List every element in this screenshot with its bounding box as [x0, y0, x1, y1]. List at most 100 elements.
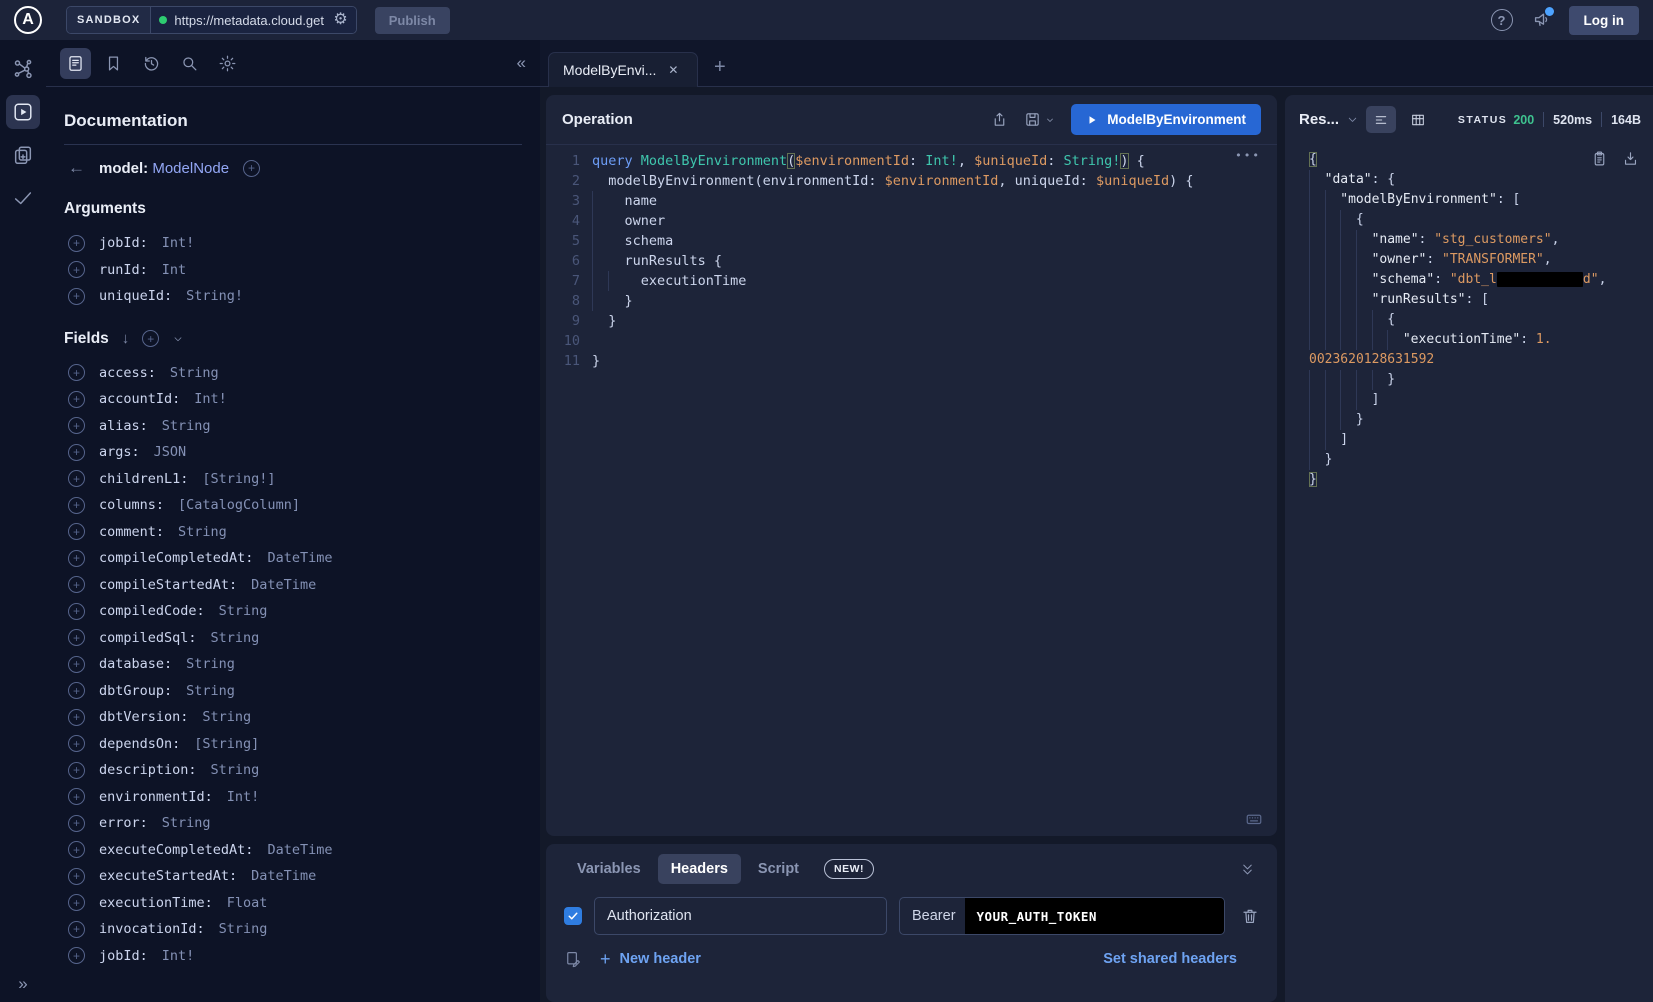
- add-field-icon[interactable]: +: [68, 444, 85, 461]
- field-type[interactable]: String: [211, 762, 260, 778]
- field-type[interactable]: [String]: [194, 736, 259, 752]
- history-icon[interactable]: [136, 48, 167, 79]
- model-type[interactable]: ModelNode: [152, 160, 229, 177]
- add-field-icon[interactable]: +: [68, 921, 85, 938]
- add-field-icon[interactable]: +: [68, 235, 85, 252]
- code-line[interactable]: 7 executionTime: [546, 271, 1277, 291]
- field-type[interactable]: String: [219, 921, 268, 937]
- share-icon[interactable]: [991, 111, 1008, 128]
- header-value-input[interactable]: Bearer YOUR_AUTH_TOKEN: [899, 897, 1225, 935]
- code-line[interactable]: 6 runResults {: [546, 251, 1277, 271]
- code-line[interactable]: 3 name: [546, 191, 1277, 211]
- add-field-icon[interactable]: +: [68, 656, 85, 673]
- doc-field-item[interactable]: +environmentId: Int!: [64, 784, 522, 811]
- collapse-request-panel-icon[interactable]: [1240, 862, 1259, 877]
- doc-field-item[interactable]: +runId: Int: [64, 257, 522, 284]
- add-model-icon[interactable]: +: [243, 160, 260, 177]
- documentation-tab-icon[interactable]: [60, 48, 91, 79]
- endpoint-url-box[interactable]: https://metadata.cloud.get ⚙: [151, 7, 355, 33]
- add-field-icon[interactable]: +: [68, 788, 85, 805]
- editor-menu-ellipsis-icon[interactable]: •••: [1235, 149, 1261, 162]
- field-type[interactable]: Int: [162, 262, 186, 278]
- apollo-logo-icon[interactable]: A: [14, 6, 42, 34]
- code-line[interactable]: 9 }: [546, 311, 1277, 331]
- bookmarks-icon[interactable]: [98, 48, 129, 79]
- field-type[interactable]: Int!: [227, 789, 260, 805]
- response-title[interactable]: Res...: [1299, 111, 1339, 128]
- download-response-icon[interactable]: [1622, 150, 1639, 167]
- doc-field-item[interactable]: +columns: [CatalogColumn]: [64, 492, 522, 519]
- add-field-icon[interactable]: +: [68, 815, 85, 832]
- sort-descending-icon[interactable]: ↓: [122, 330, 130, 347]
- delete-header-icon[interactable]: [1241, 907, 1259, 925]
- field-type[interactable]: JSON: [154, 444, 187, 460]
- header-enabled-checkbox[interactable]: [564, 907, 582, 925]
- code-line[interactable]: 2 modelByEnvironment(environmentId: $env…: [546, 171, 1277, 191]
- field-type[interactable]: DateTime: [267, 550, 332, 566]
- field-type[interactable]: Int!: [162, 948, 195, 964]
- login-button[interactable]: Log in: [1569, 6, 1640, 35]
- code-line[interactable]: 1query ModelByEnvironment($environmentId…: [546, 151, 1277, 171]
- add-field-icon[interactable]: +: [68, 497, 85, 514]
- publish-button[interactable]: Publish: [375, 7, 450, 34]
- doc-field-item[interactable]: +alias: String: [64, 413, 522, 440]
- field-type[interactable]: DateTime: [251, 868, 316, 884]
- add-field-icon[interactable]: +: [68, 682, 85, 699]
- field-type[interactable]: String!: [186, 288, 243, 304]
- code-line[interactable]: 11}: [546, 351, 1277, 371]
- add-field-icon[interactable]: +: [68, 603, 85, 620]
- doc-field-item[interactable]: +uniqueId: String!: [64, 283, 522, 310]
- doc-field-item[interactable]: +executeStartedAt: DateTime: [64, 863, 522, 890]
- set-shared-headers-link[interactable]: Set shared headers: [1103, 951, 1259, 967]
- schema-graph-icon[interactable]: [6, 52, 40, 86]
- field-type[interactable]: String: [162, 815, 211, 831]
- add-all-fields-icon[interactable]: +: [142, 330, 159, 347]
- doc-field-item[interactable]: +invocationId: String: [64, 916, 522, 943]
- add-field-icon[interactable]: +: [68, 417, 85, 434]
- doc-field-item[interactable]: +compileStartedAt: DateTime: [64, 572, 522, 599]
- request-tab-variables[interactable]: Variables: [564, 854, 654, 884]
- add-field-icon[interactable]: +: [68, 261, 85, 278]
- doc-field-item[interactable]: +comment: String: [64, 519, 522, 546]
- add-field-icon[interactable]: +: [68, 709, 85, 726]
- doc-field-item[interactable]: +dbtGroup: String: [64, 678, 522, 705]
- keyboard-shortcuts-icon[interactable]: [1245, 810, 1263, 828]
- close-tab-icon[interactable]: ✕: [668, 63, 678, 77]
- edit-as-code-icon[interactable]: [564, 950, 582, 968]
- doc-field-item[interactable]: +description: String: [64, 757, 522, 784]
- doc-field-item[interactable]: +access: String: [64, 360, 522, 387]
- endpoint-url[interactable]: https://metadata.cloud.get: [174, 13, 326, 28]
- doc-field-item[interactable]: +compiledSql: String: [64, 625, 522, 652]
- field-type[interactable]: Float: [227, 895, 268, 911]
- code-line[interactable]: 5 schema: [546, 231, 1277, 251]
- new-header-button[interactable]: + New header: [600, 950, 701, 968]
- header-name-input[interactable]: [594, 897, 887, 935]
- settings-gear-icon[interactable]: [212, 48, 243, 79]
- field-type[interactable]: String: [202, 709, 251, 725]
- auth-token-value[interactable]: YOUR_AUTH_TOKEN: [965, 898, 1224, 934]
- doc-field-item[interactable]: +args: JSON: [64, 439, 522, 466]
- copy-response-icon[interactable]: [1591, 150, 1608, 167]
- chevron-down-icon[interactable]: [172, 333, 184, 345]
- field-type[interactable]: String: [186, 656, 235, 672]
- doc-field-item[interactable]: +childrenL1: [String!]: [64, 466, 522, 493]
- checks-icon[interactable]: [6, 181, 40, 215]
- response-chevron-down-icon[interactable]: [1346, 113, 1359, 126]
- connection-settings-gear-icon[interactable]: ⚙: [333, 12, 347, 28]
- field-type[interactable]: Int!: [194, 391, 227, 407]
- add-field-icon[interactable]: +: [68, 288, 85, 305]
- formatted-view-icon[interactable]: [1366, 106, 1396, 133]
- add-field-icon[interactable]: +: [68, 391, 85, 408]
- field-type[interactable]: String: [170, 365, 219, 381]
- add-field-icon[interactable]: +: [68, 629, 85, 646]
- save-icon[interactable]: [1024, 111, 1055, 128]
- doc-field-item[interactable]: +jobId: Int!: [64, 943, 522, 970]
- code-line[interactable]: 4 owner: [546, 211, 1277, 231]
- add-field-icon[interactable]: +: [68, 470, 85, 487]
- doc-field-item[interactable]: +database: String: [64, 651, 522, 678]
- table-view-icon[interactable]: [1403, 106, 1433, 133]
- collapse-panel-icon[interactable]: «: [517, 53, 526, 73]
- add-field-icon[interactable]: +: [68, 762, 85, 779]
- add-field-icon[interactable]: +: [68, 364, 85, 381]
- request-tab-headers[interactable]: Headers: [658, 854, 741, 884]
